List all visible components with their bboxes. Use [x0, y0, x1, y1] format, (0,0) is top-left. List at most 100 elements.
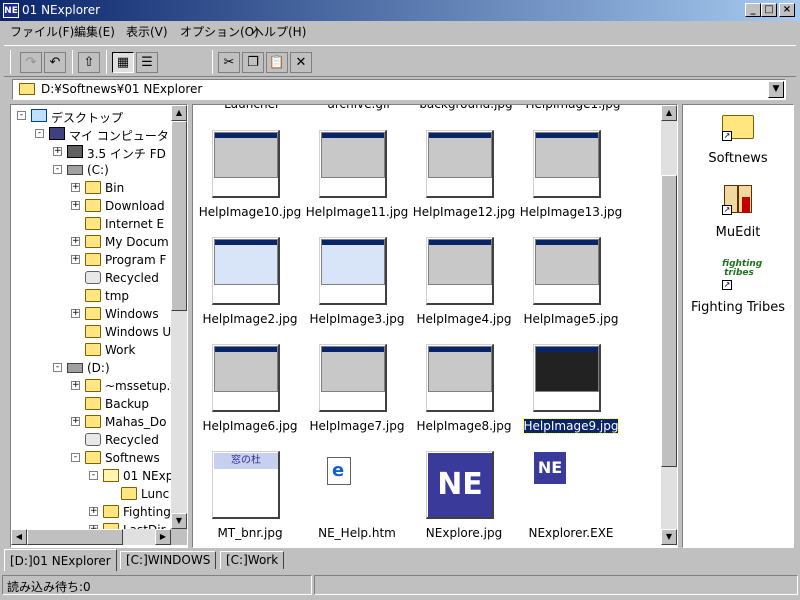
undo-icon[interactable]: ↶: [44, 52, 66, 73]
file-item[interactable]: HelpImage9.jpg: [518, 344, 624, 450]
tree-item[interactable]: Backup: [11, 395, 171, 413]
tab-windows[interactable]: [C:]WINDOWS: [120, 551, 217, 569]
tree-item[interactable]: Work: [11, 341, 171, 359]
file-thumbnail: [426, 237, 494, 305]
menu-file[interactable]: ファイル(F): [10, 23, 74, 40]
scroll-up-icon[interactable]: ▲: [661, 105, 677, 121]
expand-icon[interactable]: +: [71, 237, 80, 246]
tree-item[interactable]: +3.5 インチ FD: [11, 143, 171, 161]
expand-icon[interactable]: +: [71, 255, 80, 264]
tab-01-nexplorer[interactable]: [D:]01 NExplorer: [4, 549, 117, 571]
file-item[interactable]: NE_Help.htm: [304, 451, 410, 547]
file-item[interactable]: HelpImage6.jpg: [197, 344, 303, 450]
tree-item[interactable]: + Program F: [11, 251, 171, 269]
tree-item[interactable]: Lunc: [11, 485, 171, 503]
menu-edit[interactable]: 編集(E): [74, 23, 115, 40]
tree-item[interactable]: + ~mssetup.t: [11, 377, 175, 395]
delete-icon[interactable]: ✕: [290, 52, 312, 73]
scroll-thumb[interactable]: [27, 529, 123, 545]
menu-options[interactable]: オプション(O): [180, 23, 259, 40]
collapse-icon[interactable]: -: [89, 471, 98, 480]
expand-icon[interactable]: +: [71, 309, 80, 318]
tree-item[interactable]: + Mahas_Do: [11, 413, 171, 431]
up-folder-icon[interactable]: ⇧: [78, 52, 100, 73]
file-item-label[interactable]: background.jpg: [413, 105, 519, 111]
maximize-button[interactable]: □: [761, 3, 777, 17]
tree-item[interactable]: + Windows: [11, 305, 171, 323]
file-thumbnail: [319, 344, 387, 412]
tree-item[interactable]: - (C:): [11, 161, 171, 179]
tree-item[interactable]: + Bin: [11, 179, 171, 197]
expand-icon[interactable]: +: [71, 381, 80, 390]
tree-item[interactable]: + My Docum: [11, 233, 171, 251]
tree-item[interactable]: + Download: [11, 197, 171, 215]
file-item-label[interactable]: Launcher: [199, 105, 305, 111]
scroll-down-icon[interactable]: ▼: [661, 529, 677, 545]
scroll-right-icon[interactable]: ▶: [155, 529, 171, 545]
file-item[interactable]: HelpImage7.jpg: [304, 344, 410, 450]
tab-work[interactable]: [C:]Work: [220, 551, 285, 569]
file-item[interactable]: HelpImage11.jpg: [304, 130, 410, 236]
file-item[interactable]: NE NExplorer.EXE: [518, 451, 624, 547]
scroll-thumb[interactable]: [171, 121, 187, 311]
file-item[interactable]: HelpImage10.jpg: [197, 130, 303, 236]
menu-help[interactable]: ヘルプ(H): [252, 23, 306, 40]
tree-item[interactable]: Recycled: [11, 269, 171, 287]
tree-item[interactable]: - Softnews: [11, 449, 171, 467]
collapse-icon[interactable]: -: [71, 453, 80, 462]
expand-icon[interactable]: +: [89, 507, 98, 516]
tree-item[interactable]: - (D:): [11, 359, 171, 377]
scroll-thumb[interactable]: [661, 175, 677, 467]
cut-icon[interactable]: ✂: [218, 52, 240, 73]
expand-icon[interactable]: +: [71, 417, 80, 426]
address-dropdown-icon[interactable]: ▼: [768, 81, 784, 98]
collapse-icon[interactable]: -: [17, 111, 26, 120]
file-item[interactable]: HelpImage4.jpg: [411, 237, 517, 343]
tree-item[interactable]: + Fighting: [11, 503, 171, 521]
collapse-icon[interactable]: -: [53, 165, 62, 174]
tree-item[interactable]: - マイ コンピュータ: [11, 125, 171, 143]
folder-tree[interactable]: - デスクトップ - マイ コンピュータ +3.5 インチ FD - (C:) + Bin + Do…: [10, 104, 188, 548]
scroll-up-icon[interactable]: ▲: [171, 105, 187, 121]
address-text: D:¥Softnews¥01 NExplorer: [41, 82, 203, 96]
minimize-button[interactable]: _: [745, 3, 761, 17]
file-vertical-scrollbar[interactable]: ▲ ▼: [661, 105, 677, 545]
tree-vertical-scrollbar[interactable]: ▲ ▼: [171, 105, 187, 529]
file-item-label[interactable]: archive.gif: [306, 105, 412, 111]
large-icons-view-icon[interactable]: ▦: [112, 52, 134, 73]
file-item[interactable]: HelpImage8.jpg: [411, 344, 517, 450]
menu-view[interactable]: 表示(V): [126, 23, 168, 40]
file-item[interactable]: HelpImage5.jpg: [518, 237, 624, 343]
copy-icon[interactable]: ❐: [242, 52, 264, 73]
expand-icon[interactable]: +: [71, 183, 80, 192]
open-folder-icon: [103, 469, 119, 482]
expand-icon[interactable]: +: [71, 201, 80, 210]
file-item[interactable]: HelpImage3.jpg: [304, 237, 410, 343]
file-name: MT_bnr.jpg: [217, 526, 283, 540]
tree-item[interactable]: Internet E: [11, 215, 171, 233]
tree-horizontal-scrollbar[interactable]: ◀ ▶: [11, 529, 171, 545]
scroll-left-icon[interactable]: ◀: [11, 529, 27, 545]
tree-item[interactable]: - デスクトップ: [11, 107, 171, 125]
collapse-icon[interactable]: -: [35, 129, 44, 138]
tree-item[interactable]: tmp: [11, 287, 171, 305]
tree-item[interactable]: Recycled: [11, 431, 171, 449]
address-bar[interactable]: D:¥Softnews¥01 NExplorer ▼: [12, 79, 786, 100]
file-item[interactable]: NE NExplore.jpg: [411, 451, 517, 547]
file-item[interactable]: HelpImage2.jpg: [197, 237, 303, 343]
file-item[interactable]: HelpImage13.jpg: [518, 130, 624, 236]
expand-icon[interactable]: +: [53, 147, 62, 156]
tree-item[interactable]: Windows U: [11, 323, 171, 341]
file-thumbnail: [212, 130, 280, 198]
paste-icon[interactable]: 📋: [266, 52, 288, 73]
details-view-icon[interactable]: ☰: [136, 52, 158, 73]
scroll-down-icon[interactable]: ▼: [171, 513, 187, 529]
tree-item[interactable]: - 01 NExp: [11, 467, 173, 485]
collapse-icon[interactable]: -: [53, 363, 62, 372]
file-list[interactable]: Launcher archive.gif background.jpg HelpIma…: [192, 104, 678, 548]
redo-icon[interactable]: ↷: [20, 52, 42, 73]
file-item-label[interactable]: HelpImage1.jpg: [520, 105, 626, 111]
file-item[interactable]: HelpImage12.jpg: [411, 130, 517, 236]
file-item[interactable]: 窓の杜 MT_bnr.jpg: [197, 451, 303, 547]
close-button[interactable]: ×: [779, 3, 795, 17]
